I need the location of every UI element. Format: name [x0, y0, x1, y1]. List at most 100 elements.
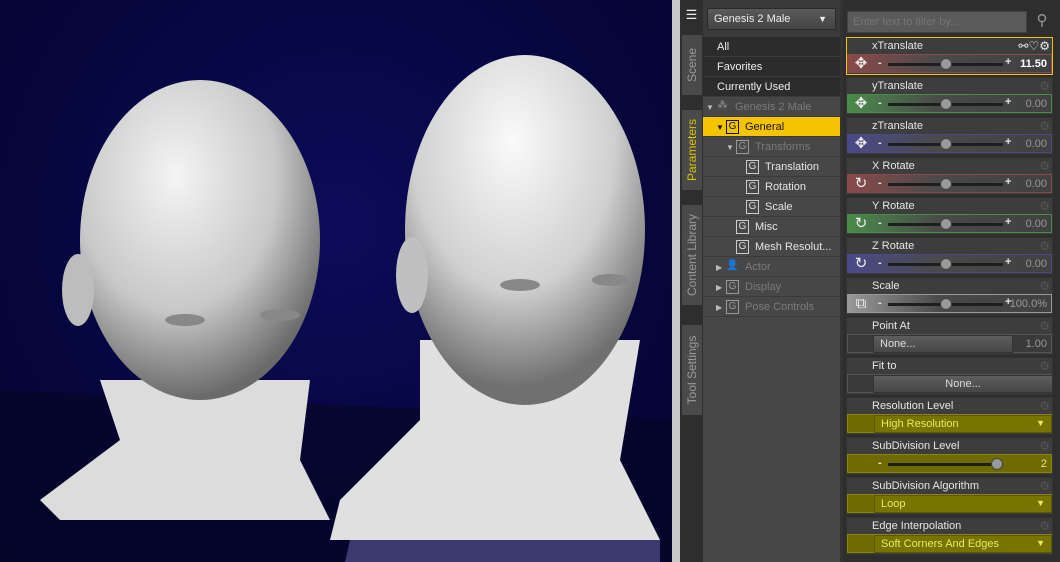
gear-icon[interactable]: ⚙: [1039, 399, 1050, 413]
search-icon[interactable]: ⚲: [1031, 11, 1053, 33]
figure-select[interactable]: Genesis 2 Male ▼: [707, 8, 836, 30]
gear-icon[interactable]: ⚙: [1039, 439, 1050, 453]
node-select-button[interactable]: None...: [873, 375, 1053, 393]
tree-item[interactable]: ▼ G General: [703, 117, 840, 137]
tab-content-library[interactable]: Content Library: [682, 205, 702, 305]
param-control[interactable]: Soft Corners And Edges ▼: [847, 534, 1052, 553]
param-control[interactable]: ⧉ - +100.0%: [847, 294, 1052, 313]
gear-icon[interactable]: ⚙: [1039, 159, 1050, 173]
panel-splitter[interactable]: [672, 0, 680, 562]
param-value[interactable]: 2: [1041, 458, 1047, 470]
tab-tool-settings[interactable]: Tool Settings: [682, 325, 702, 415]
category-currently-used[interactable]: Currently Used: [703, 77, 840, 97]
gear-icon[interactable]: ⚙: [1039, 239, 1050, 253]
decrement-button[interactable]: -: [878, 97, 882, 109]
slider-knob[interactable]: [939, 178, 952, 190]
expand-right-icon[interactable]: ▶: [716, 298, 726, 318]
gear-icon[interactable]: ⚙: [1039, 479, 1050, 493]
pane-menu-icon[interactable]: ☰: [683, 6, 700, 23]
param-control[interactable]: Loop ▼: [847, 494, 1052, 513]
param-control[interactable]: ✥ - +11.50: [847, 54, 1052, 73]
expand-right-icon[interactable]: ▶: [716, 278, 726, 298]
increment-button[interactable]: +: [1005, 56, 1011, 68]
param-control[interactable]: High Resolution ▼: [847, 414, 1052, 433]
gear-icon[interactable]: ⚙: [1039, 79, 1050, 93]
tab-parameters[interactable]: Parameters: [682, 110, 702, 190]
slider-track[interactable]: [888, 58, 1003, 70]
param-value[interactable]: 0.00: [1026, 98, 1047, 110]
param-value[interactable]: 0.00: [1026, 218, 1047, 230]
decrement-button[interactable]: -: [878, 137, 882, 149]
dropdown[interactable]: High Resolution ▼: [874, 415, 1052, 433]
gear-icon[interactable]: ⚙: [1039, 119, 1050, 133]
dropdown[interactable]: Loop ▼: [874, 495, 1052, 513]
param-value[interactable]: 11.50: [1020, 58, 1047, 70]
tree-item[interactable]: ▶ G Display: [703, 277, 840, 297]
param-value[interactable]: 1.00: [1026, 338, 1047, 350]
slider-knob[interactable]: [939, 258, 952, 270]
decrement-button[interactable]: -: [878, 217, 882, 229]
decrement-button[interactable]: -: [878, 457, 882, 469]
param-value[interactable]: 0.00: [1026, 138, 1047, 150]
decrement-button[interactable]: -: [878, 57, 882, 69]
param-control[interactable]: ↻ - +0.00: [847, 214, 1052, 233]
slider-track[interactable]: [888, 298, 1003, 310]
expand-down-icon[interactable]: ▼: [706, 98, 716, 118]
slider-track[interactable]: [888, 458, 1004, 470]
tree-item[interactable]: G Mesh Resolut...: [703, 237, 840, 257]
slider-track[interactable]: [888, 218, 1003, 230]
decrement-button[interactable]: -: [878, 257, 882, 269]
gear-icon[interactable]: ⚙: [1039, 359, 1050, 373]
dropdown[interactable]: Soft Corners And Edges ▼: [874, 535, 1052, 553]
decrement-button[interactable]: -: [878, 177, 882, 189]
decrement-button[interactable]: -: [878, 297, 882, 309]
slider-knob[interactable]: [939, 218, 952, 230]
param-value[interactable]: 0.00: [1026, 178, 1047, 190]
tree-item-label: Display: [745, 281, 782, 293]
param-control[interactable]: None...: [847, 374, 1053, 393]
param-control[interactable]: ✥ - +0.00: [847, 134, 1052, 153]
slider-knob[interactable]: [939, 138, 952, 150]
tree-item[interactable]: G Misc: [703, 217, 840, 237]
filter-input[interactable]: [847, 11, 1027, 33]
tree-item[interactable]: ▼ G Transforms: [703, 137, 840, 157]
tree-item[interactable]: ▼ ⁂ Genesis 2 Male: [703, 97, 840, 117]
slider-knob[interactable]: [939, 98, 952, 110]
increment-button[interactable]: +: [1005, 96, 1011, 108]
increment-button[interactable]: +: [1005, 136, 1011, 148]
tree-item[interactable]: ▶ G Pose Controls: [703, 297, 840, 317]
tree-item[interactable]: G Scale: [703, 197, 840, 217]
expand-down-icon[interactable]: ▼: [726, 138, 736, 158]
gear-icon[interactable]: ⚙: [1039, 519, 1050, 533]
increment-button[interactable]: +: [1005, 256, 1011, 268]
node-select-button[interactable]: None...: [873, 335, 1013, 353]
tree-item[interactable]: G Translation: [703, 157, 840, 177]
param-control[interactable]: ✥ - +0.00: [847, 94, 1052, 113]
param-value[interactable]: 0.00: [1026, 258, 1047, 270]
slider-track[interactable]: [888, 258, 1003, 270]
category-all[interactable]: All: [703, 37, 840, 57]
tree-item[interactable]: G Rotation: [703, 177, 840, 197]
slider-knob[interactable]: [939, 298, 952, 310]
param-control[interactable]: ↻ - +0.00: [847, 254, 1052, 273]
slider-track[interactable]: [888, 98, 1003, 110]
category-favorites[interactable]: Favorites: [703, 57, 840, 77]
tree-item[interactable]: ▶ 👤 Actor: [703, 257, 840, 277]
param-control[interactable]: ↻ - +0.00: [847, 174, 1052, 193]
slider-knob[interactable]: [939, 58, 952, 70]
increment-button[interactable]: +: [1005, 216, 1011, 228]
expand-down-icon[interactable]: ▼: [716, 118, 726, 138]
expand-right-icon[interactable]: ▶: [716, 258, 726, 278]
increment-button[interactable]: +: [1005, 176, 1011, 188]
slider-track[interactable]: [888, 138, 1003, 150]
gear-icon[interactable]: ⚙: [1039, 199, 1050, 213]
gear-icon[interactable]: ⚙: [1039, 279, 1050, 293]
tab-scene[interactable]: Scene: [682, 35, 702, 95]
3d-viewport[interactable]: [0, 0, 672, 562]
slider-track[interactable]: [888, 178, 1003, 190]
gear-icon[interactable]: ⚙: [1039, 319, 1050, 333]
param-control[interactable]: -2: [847, 454, 1052, 473]
param-value[interactable]: 100.0%: [1010, 298, 1047, 310]
slider-knob[interactable]: [991, 458, 1004, 470]
param-control[interactable]: None... 1.00: [847, 334, 1052, 353]
